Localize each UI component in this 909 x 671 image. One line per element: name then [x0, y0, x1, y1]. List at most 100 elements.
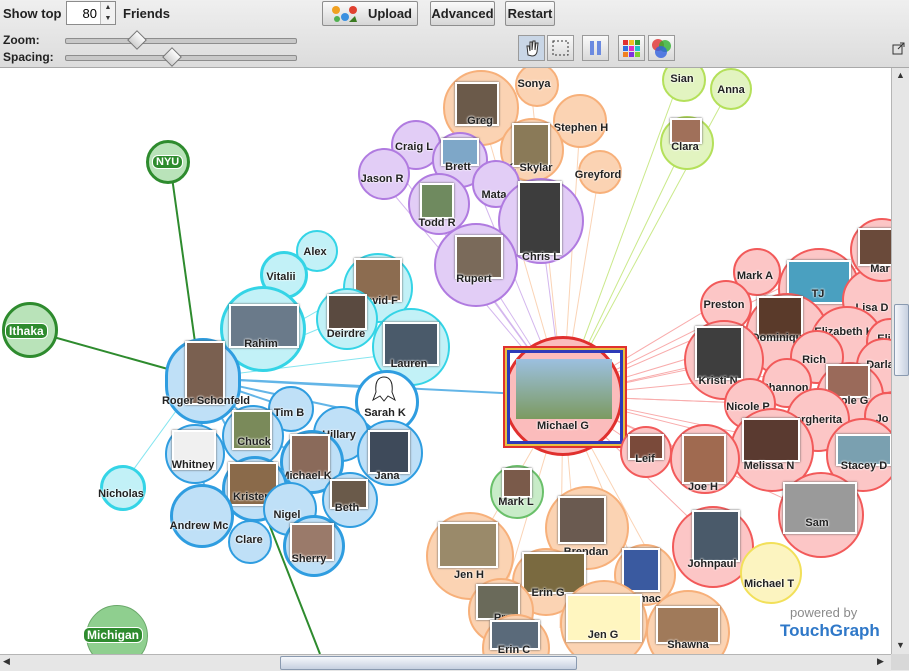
friend-label[interactable]: Mar: [870, 263, 890, 275]
hand-tool-button[interactable]: [518, 35, 545, 61]
select-tool-button[interactable]: [547, 35, 574, 61]
friend-photo: [502, 468, 532, 498]
scroll-corner: [891, 654, 909, 670]
friend-photo: [518, 181, 562, 255]
network-label-michigan[interactable]: Michigan: [83, 627, 144, 643]
spinner-down-icon[interactable]: ▼: [101, 13, 115, 24]
friend-label[interactable]: Mark A: [737, 270, 773, 282]
default-avatar-icon: [372, 376, 396, 402]
vertical-scroll-thumb[interactable]: [894, 304, 909, 376]
friend-label[interactable]: Melissa N: [744, 460, 795, 472]
friend-label[interactable]: Rupert: [456, 273, 491, 285]
horizontal-scrollbar[interactable]: ◀ ▶: [0, 654, 891, 671]
friend-label[interactable]: Jason R: [361, 173, 404, 185]
friend-label[interactable]: Rich: [802, 354, 826, 366]
friend-label[interactable]: Michael T: [744, 578, 794, 590]
pause-icon: [590, 41, 601, 55]
friend-label[interactable]: Erin G: [531, 587, 564, 599]
friend-label[interactable]: Lauren: [391, 358, 428, 370]
friend-photo: [858, 228, 891, 266]
friend-label[interactable]: Michael K: [280, 470, 331, 482]
friend-photo: [742, 418, 800, 462]
touchgraph-logo[interactable]: TouchGraph: [780, 621, 880, 641]
friend-label[interactable]: Rahim: [244, 338, 278, 350]
friend-label[interactable]: TJ: [812, 288, 825, 300]
friend-label[interactable]: Sherry: [292, 553, 327, 565]
friend-label[interactable]: Todd R: [418, 217, 455, 229]
color-grid-button[interactable]: [618, 35, 645, 61]
friend-label[interactable]: Whitney: [172, 459, 215, 471]
friend-node[interactable]: [740, 542, 802, 604]
vertical-scrollbar[interactable]: ▲ ▼: [891, 68, 909, 654]
scroll-left-icon[interactable]: ◀: [3, 656, 10, 667]
center-photo: [516, 359, 612, 419]
restart-button[interactable]: Restart: [505, 1, 555, 26]
spacing-label: Spacing:: [3, 50, 54, 64]
friend-photo: [512, 123, 550, 167]
friend-label[interactable]: Nicholas: [98, 488, 144, 500]
friend-label[interactable]: Preston: [704, 299, 745, 311]
scroll-up-icon[interactable]: ▲: [894, 70, 907, 82]
venn-button[interactable]: [648, 35, 675, 61]
friend-label[interactable]: Chris L: [522, 251, 560, 263]
friend-label[interactable]: Chuck: [237, 436, 271, 448]
friend-label[interactable]: Jana: [374, 470, 399, 482]
friend-label[interactable]: Stephen H: [554, 122, 608, 134]
friend-photo: [438, 522, 498, 568]
friend-label[interactable]: Clare: [235, 534, 263, 546]
friend-label[interactable]: Johnpaul: [688, 558, 737, 570]
network-label-nyu[interactable]: NYU: [152, 155, 184, 169]
friend-label[interactable]: Beth: [335, 502, 359, 514]
friend-label[interactable]: Leif: [635, 453, 655, 465]
friend-label[interactable]: Sarah K: [364, 407, 406, 419]
friend-label[interactable]: Vitalii: [266, 271, 295, 283]
horizontal-scroll-thumb[interactable]: [280, 656, 577, 670]
spinner-up-icon[interactable]: ▲: [101, 2, 115, 13]
friends-label: Friends: [123, 6, 170, 21]
friend-label[interactable]: Mark L: [498, 496, 533, 508]
toolbar: Show top 80 ▲ ▼ Friends Upload Advanced R…: [0, 0, 909, 68]
friend-label[interactable]: Greg: [467, 115, 493, 127]
friend-node[interactable]: [170, 484, 234, 548]
scroll-right-icon[interactable]: ▶: [877, 656, 884, 667]
friend-label[interactable]: Deirdre: [327, 328, 366, 340]
scroll-down-icon[interactable]: ▼: [894, 640, 907, 652]
friend-label[interactable]: Shawna: [667, 639, 709, 651]
friend-photo: [420, 183, 454, 219]
powered-by-text: powered by: [790, 605, 858, 620]
friend-label[interactable]: Roger Schonfeld: [162, 395, 250, 407]
friend-label[interactable]: Clara: [671, 141, 699, 153]
zoom-slider[interactable]: [65, 30, 297, 50]
friend-label[interactable]: Erin C: [498, 644, 530, 654]
spacing-slider[interactable]: [65, 47, 297, 67]
friend-label[interactable]: Sian: [670, 73, 693, 85]
show-top-value[interactable]: 80: [83, 6, 97, 21]
friend-label[interactable]: Anna: [717, 84, 745, 96]
friend-photo: [327, 294, 367, 330]
upload-button[interactable]: Upload: [322, 1, 418, 26]
friend-label[interactable]: Stacey D: [841, 460, 887, 472]
friend-label[interactable]: Jen H: [454, 569, 484, 581]
spacing-slider-thumb[interactable]: [162, 47, 182, 67]
pause-button[interactable]: [582, 35, 609, 61]
friend-label[interactable]: Andrew Mc: [170, 520, 229, 532]
expand-icon[interactable]: [892, 42, 905, 55]
friend-label[interactable]: Craig L: [395, 141, 433, 153]
friend-label[interactable]: Jen G: [588, 629, 619, 641]
show-top-spinner[interactable]: 80 ▲ ▼: [66, 1, 116, 25]
friend-photo: [558, 496, 606, 544]
center-label[interactable]: Michael G: [537, 420, 589, 432]
friend-label[interactable]: Alex: [303, 246, 326, 258]
friend-label[interactable]: Brett: [445, 161, 471, 173]
graph-canvas[interactable]: NYU Ithaka Michigan Sonya Greg Stephen H…: [0, 68, 891, 654]
advanced-button[interactable]: Advanced: [430, 1, 495, 26]
hand-icon: [526, 40, 539, 57]
zoom-slider-thumb[interactable]: [127, 30, 147, 50]
friend-label[interactable]: Sam: [805, 517, 828, 529]
zoom-label: Zoom:: [3, 33, 40, 47]
friend-label[interactable]: Sonya: [517, 78, 550, 90]
friend-label[interactable]: Greyford: [575, 169, 621, 181]
friend-label[interactable]: Joe H: [688, 481, 718, 493]
upload-graph-icon: [332, 6, 357, 22]
network-label-ithaka[interactable]: Ithaka: [5, 323, 48, 339]
